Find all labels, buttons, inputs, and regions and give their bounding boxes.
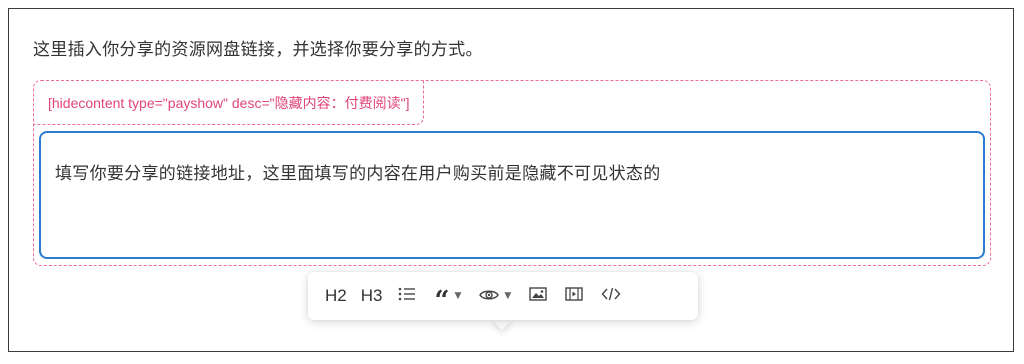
shortcode-tag-label[interactable]: [hidecontent type="payshow" desc="隐藏内容：付… — [34, 81, 425, 125]
quote-button[interactable]: “ ▼ — [425, 280, 470, 316]
heading-3-button[interactable]: H3 — [354, 280, 390, 312]
insert-image-button[interactable] — [520, 280, 556, 312]
eye-icon — [479, 287, 500, 306]
heading-2-button[interactable]: H2 — [318, 280, 354, 312]
insert-code-button[interactable] — [592, 280, 630, 312]
hidden-content-editor[interactable]: 填写你要分享的链接地址，这里面填写的内容在用户购买前是隐藏不可见状态的 — [39, 131, 985, 259]
floating-format-toolbar: H2 H3 “ ▼ ▼ — [308, 272, 698, 320]
visibility-dropdown-caret-icon: ▼ — [504, 291, 512, 301]
list-button[interactable] — [389, 280, 425, 312]
quote-icon: “ — [434, 286, 450, 316]
list-icon — [398, 286, 416, 306]
insert-video-button[interactable] — [556, 280, 592, 312]
intro-paragraph[interactable]: 这里插入你分享的资源网盘链接，并选择你要分享的方式。 — [33, 35, 483, 60]
code-icon — [601, 286, 621, 306]
image-icon — [529, 286, 547, 306]
video-icon — [565, 286, 583, 306]
visibility-button[interactable]: ▼ — [470, 280, 520, 312]
quote-dropdown-caret-icon: ▼ — [454, 291, 462, 301]
